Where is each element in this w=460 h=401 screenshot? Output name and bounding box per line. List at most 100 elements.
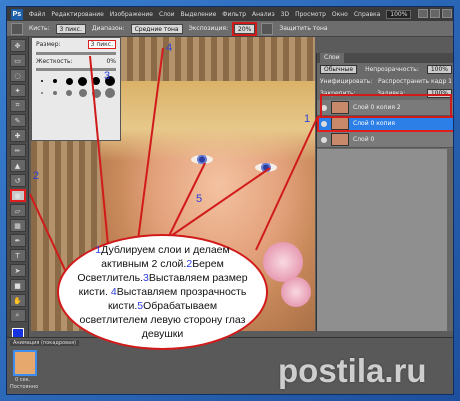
menu-filter[interactable]: Фильтр <box>222 11 246 18</box>
marquee-tool-icon[interactable]: ▭ <box>9 54 26 67</box>
brush-preset[interactable] <box>36 76 48 86</box>
airbrush-icon[interactable] <box>261 22 274 35</box>
menu-image[interactable]: Изображение <box>110 11 153 18</box>
menu-help[interactable]: Справка <box>354 11 380 18</box>
brush-preset[interactable] <box>77 88 89 98</box>
hair-region <box>101 81 315 161</box>
size-slider[interactable] <box>36 52 116 55</box>
layers-panel: Слои Обычные Непрозрачность: 100% Унифиц… <box>316 53 453 331</box>
menu-edit[interactable]: Редактирование <box>51 11 103 18</box>
hardness-value[interactable]: 0% <box>106 58 116 65</box>
blend-mode-select[interactable]: Обычные <box>320 65 358 74</box>
visibility-eye-icon[interactable] <box>321 104 327 111</box>
move-tool-icon[interactable]: ✥ <box>9 39 26 52</box>
range-select[interactable]: Средние тона <box>130 23 183 34</box>
menu-window[interactable]: Окно <box>332 11 348 18</box>
menu-bar: Ps Файл Редактирование Изображение Слои … <box>7 7 453 21</box>
layer-row[interactable]: Слой 0 копия 2 <box>317 100 453 116</box>
brush-preset[interactable] <box>50 88 62 98</box>
brush-preset[interactable] <box>63 88 75 98</box>
size-label: Размер: <box>36 41 61 48</box>
brush-tool-icon[interactable]: ✏ <box>9 144 26 157</box>
layer-thumbnail <box>331 117 349 130</box>
zoom-tool-icon[interactable]: ⌕ <box>9 309 26 322</box>
instructions-text: 1Дублируем слои и делаем активным 2 слой… <box>75 243 250 341</box>
brush-preset[interactable] <box>91 76 103 86</box>
callout-number-4: 4 <box>166 42 173 54</box>
unify-label: Унифицировать: <box>320 78 373 85</box>
layer-name: Слой 0 копия <box>353 120 395 127</box>
hand-tool-icon[interactable]: ✋ <box>9 294 26 307</box>
layer-name: Слой 0 копия 2 <box>353 104 401 111</box>
step-text: Обрабатываем осветлителем левую сторону … <box>79 300 246 340</box>
eraser-tool-icon[interactable]: ▱ <box>9 204 26 217</box>
opacity-input[interactable]: 100% <box>426 65 452 74</box>
zoom-level[interactable]: 100% <box>386 9 412 19</box>
visibility-eye-icon[interactable] <box>321 120 327 127</box>
stamp-tool-icon[interactable]: ▲ <box>9 159 26 172</box>
magic-wand-tool-icon[interactable]: ✦ <box>9 84 26 97</box>
visibility-eye-icon[interactable] <box>321 136 327 143</box>
close-button[interactable] <box>442 9 452 18</box>
menu-file[interactable]: Файл <box>29 11 46 18</box>
loop-select[interactable]: Постоянно <box>10 384 38 390</box>
callout-number-1: 1 <box>304 113 311 125</box>
flower-decoration <box>263 242 303 282</box>
right-eye <box>255 163 277 172</box>
dodge-tool-icon[interactable]: ● <box>9 189 26 202</box>
exposure-label: Экспозиция: <box>188 25 229 32</box>
shape-tool-icon[interactable]: ■ <box>9 279 26 292</box>
menu-layers[interactable]: Слои <box>159 11 175 18</box>
hardness-label: Жесткость: <box>36 58 73 65</box>
layer-row-selected[interactable]: Слой 0 копия <box>317 116 453 132</box>
watermark: postila.ru <box>278 352 427 389</box>
brush-preset[interactable] <box>91 88 103 98</box>
layer-name: Слой 0 <box>353 136 375 143</box>
tab-layers[interactable]: Слои <box>320 53 344 63</box>
layer-row[interactable]: Слой 0 <box>317 132 453 148</box>
crop-tool-icon[interactable]: ⌗ <box>9 99 26 112</box>
window-controls <box>418 9 452 18</box>
fill-input[interactable]: 100% <box>426 89 452 98</box>
gradient-tool-icon[interactable]: ▦ <box>9 219 26 232</box>
brush-preset[interactable] <box>77 76 89 86</box>
brush-preset[interactable] <box>63 76 75 86</box>
animation-frame-thumbnail[interactable] <box>13 350 37 376</box>
brush-preset[interactable] <box>50 76 62 86</box>
exposure-input[interactable]: 20% <box>231 21 258 36</box>
menu-view[interactable]: Просмотр <box>295 11 326 18</box>
brush-preset[interactable] <box>36 88 48 98</box>
size-value[interactable]: 3 пикс. <box>87 40 116 49</box>
layers-scrollbar[interactable] <box>447 149 453 331</box>
instructions-bubble: 1Дублируем слои и делаем активным 2 слой… <box>57 234 268 350</box>
maximize-button[interactable] <box>430 9 440 18</box>
callout-number-2: 2 <box>33 170 40 182</box>
propagate-checkbox[interactable]: Распространить кадр 1 <box>378 78 452 85</box>
layer-thumbnail <box>331 133 349 146</box>
menu-3d[interactable]: 3D <box>281 11 289 18</box>
brush-label: Кисть: <box>29 25 50 32</box>
type-tool-icon[interactable]: T <box>9 249 26 262</box>
lock-label: Закрепить: <box>320 90 356 97</box>
brush-preset[interactable] <box>104 88 116 98</box>
photoshop-logo-icon: Ps <box>11 8 23 20</box>
eyedropper-tool-icon[interactable]: ✎ <box>9 114 26 127</box>
dodge-tool-preset-icon[interactable] <box>11 22 23 35</box>
lasso-tool-icon[interactable]: ◌ <box>9 69 26 82</box>
brush-picker-popup: Размер: 3 пикс. Жесткость: 0% <box>31 37 121 141</box>
left-eye <box>191 155 213 164</box>
path-select-tool-icon[interactable]: ➤ <box>9 264 26 277</box>
menu-analysis[interactable]: Анализ <box>252 11 275 18</box>
menu-select[interactable]: Выделение <box>181 11 217 18</box>
pen-tool-icon[interactable]: ✒ <box>9 234 26 247</box>
callout-number-3: 3 <box>104 70 111 82</box>
brush-size-picker[interactable]: 3 пикс. <box>55 23 86 34</box>
healing-tool-icon[interactable]: ✚ <box>9 129 26 142</box>
frame-delay[interactable]: 0 сек. <box>15 377 30 383</box>
layer-thumbnail <box>331 101 349 114</box>
range-label: Диапазон: <box>91 25 125 32</box>
minimize-button[interactable] <box>418 9 428 18</box>
protect-tones-checkbox[interactable]: Защитить тона <box>279 25 327 32</box>
history-brush-tool-icon[interactable]: ↺ <box>9 174 26 187</box>
animation-tab[interactable]: Анимация (покадровая) <box>10 340 80 346</box>
